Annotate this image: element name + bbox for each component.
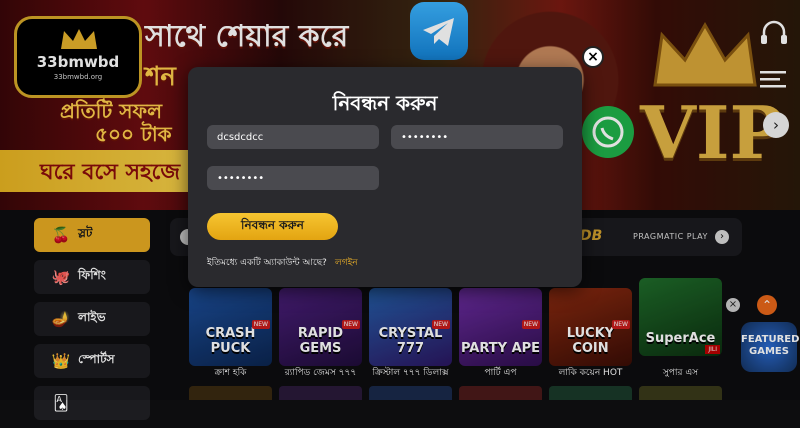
have-account-text: ইতিমধ্যে একটি অ্যাকাউন্ট আছে? bbox=[207, 258, 327, 268]
register-button[interactable]: নিবন্ধন করুন bbox=[207, 213, 338, 240]
confirm-password-field[interactable] bbox=[207, 166, 379, 190]
register-modal: নিবন্ধন করুন নিবন্ধন করুন ইতিমধ্যে একটি … bbox=[188, 67, 582, 287]
username-field[interactable] bbox=[207, 125, 379, 149]
login-link[interactable]: লগইন bbox=[335, 255, 358, 270]
password-field[interactable] bbox=[391, 125, 563, 149]
modal-title: নিবন্ধন করুন bbox=[332, 91, 438, 115]
close-icon[interactable]: × bbox=[582, 46, 604, 68]
